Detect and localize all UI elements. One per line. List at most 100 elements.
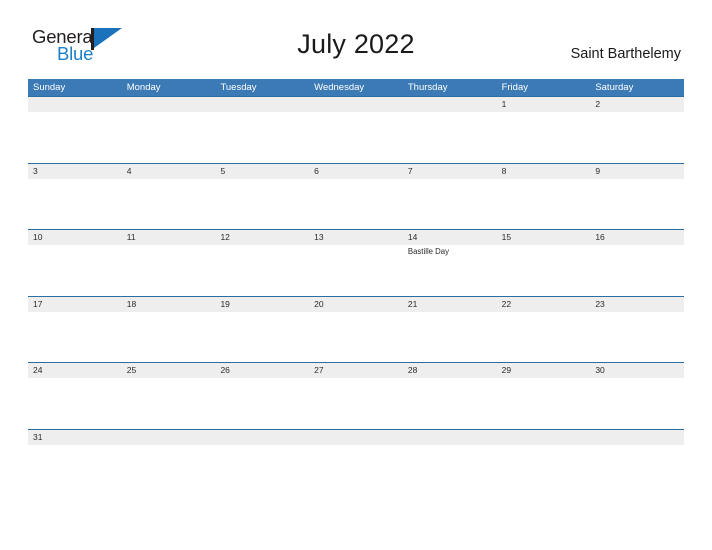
day-number[interactable]: 25 (122, 363, 216, 378)
calendar-page: General Blue July 2022 Saint Barthelemy … (0, 0, 712, 550)
day-cell[interactable] (403, 312, 497, 362)
day-cell[interactable] (215, 179, 309, 229)
day-number[interactable]: 11 (122, 230, 216, 245)
week-event-cells: Bastille Day (28, 245, 684, 295)
day-number[interactable]: 30 (590, 363, 684, 378)
day-number[interactable]: 22 (497, 297, 591, 312)
day-cell[interactable] (28, 245, 122, 295)
week-date-numbers: 31 (28, 429, 684, 445)
day-number[interactable] (122, 430, 216, 445)
day-number[interactable] (403, 430, 497, 445)
day-cell[interactable] (215, 312, 309, 362)
day-number[interactable]: 3 (28, 164, 122, 179)
day-number[interactable]: 27 (309, 363, 403, 378)
day-number[interactable]: 16 (590, 230, 684, 245)
day-cell[interactable] (122, 245, 216, 295)
page-header: General Blue July 2022 Saint Barthelemy (0, 0, 712, 64)
day-number[interactable]: 14 (403, 230, 497, 245)
weekday-header-sunday: Sunday (33, 82, 66, 93)
weekday-header-friday: Friday (501, 82, 528, 93)
week-date-numbers: 10 11 12 13 14 15 16 (28, 230, 684, 245)
weekday-header-monday: Monday (126, 82, 161, 93)
day-number[interactable]: 10 (28, 230, 122, 245)
day-cell[interactable] (403, 378, 497, 428)
day-number[interactable]: 18 (122, 297, 216, 312)
day-number[interactable] (215, 97, 309, 112)
day-cell[interactable] (590, 378, 684, 428)
day-number[interactable]: 21 (403, 297, 497, 312)
day-number[interactable] (497, 430, 591, 445)
weekday-header-wednesday: Wednesday (314, 82, 365, 93)
day-cell[interactable] (28, 312, 122, 362)
day-number[interactable]: 5 (215, 164, 309, 179)
day-cell[interactable] (497, 245, 591, 295)
day-number[interactable] (309, 430, 403, 445)
day-cell[interactable] (122, 112, 216, 162)
day-number[interactable]: 6 (309, 164, 403, 179)
region-label: Saint Barthelemy (570, 46, 681, 62)
day-cell[interactable] (215, 378, 309, 428)
day-cell[interactable] (403, 179, 497, 229)
day-cell[interactable] (122, 179, 216, 229)
day-number[interactable] (122, 97, 216, 112)
day-number[interactable] (590, 430, 684, 445)
day-number[interactable] (403, 97, 497, 112)
day-number[interactable]: 20 (309, 297, 403, 312)
week-row: 17 18 19 20 21 22 23 (28, 295, 684, 363)
day-cell[interactable] (309, 312, 403, 362)
week-row: 1 2 (28, 96, 684, 163)
week-date-numbers: 17 18 19 20 21 22 23 (28, 296, 684, 312)
week-event-cells (28, 311, 684, 362)
day-cell[interactable] (590, 245, 684, 295)
day-cell[interactable] (215, 112, 309, 162)
day-cell[interactable] (215, 245, 309, 295)
day-number[interactable]: 26 (215, 363, 309, 378)
day-cell[interactable] (497, 179, 591, 229)
day-cell[interactable] (309, 245, 403, 295)
week-date-numbers: 24 25 26 27 28 29 30 (28, 363, 684, 378)
day-number[interactable]: 7 (403, 164, 497, 179)
day-number[interactable]: 13 (309, 230, 403, 245)
week-event-cells (28, 112, 684, 162)
day-number[interactable]: 28 (403, 363, 497, 378)
day-cell[interactable] (497, 312, 591, 362)
day-number[interactable]: 15 (497, 230, 591, 245)
day-cell[interactable] (122, 378, 216, 428)
day-cell[interactable] (497, 112, 591, 162)
day-number[interactable] (215, 430, 309, 445)
weekday-header-saturday: Saturday (595, 82, 634, 93)
weekday-header-row: Sunday Monday Tuesday Wednesday Thursday… (28, 79, 684, 96)
day-cell[interactable] (309, 179, 403, 229)
day-cell[interactable] (309, 378, 403, 428)
day-cell[interactable] (403, 112, 497, 162)
day-cell[interactable] (590, 312, 684, 362)
day-number[interactable]: 8 (497, 164, 591, 179)
day-cell[interactable] (122, 312, 216, 362)
day-number[interactable]: 19 (215, 297, 309, 312)
day-number[interactable] (28, 97, 122, 112)
day-cell[interactable] (309, 112, 403, 162)
day-cell[interactable] (497, 378, 591, 428)
week-event-cells (28, 378, 684, 428)
day-number[interactable] (309, 97, 403, 112)
day-cell[interactable] (590, 112, 684, 162)
week-row: 10 11 12 13 14 15 16 Bastille Day (28, 229, 684, 296)
week-event-cells (28, 178, 684, 229)
day-number[interactable]: 9 (590, 164, 684, 179)
day-cell[interactable] (28, 179, 122, 229)
day-cell[interactable] (28, 378, 122, 428)
calendar-grid: Sunday Monday Tuesday Wednesday Thursday… (28, 79, 684, 451)
day-cell[interactable]: Bastille Day (403, 245, 497, 295)
day-cell[interactable] (28, 112, 122, 162)
day-number[interactable]: 4 (122, 164, 216, 179)
day-number[interactable]: 24 (28, 363, 122, 378)
day-number[interactable]: 1 (497, 97, 591, 112)
day-number[interactable]: 17 (28, 297, 122, 312)
day-number[interactable]: 12 (215, 230, 309, 245)
day-number[interactable]: 23 (590, 297, 684, 312)
day-cell[interactable] (590, 179, 684, 229)
day-number[interactable]: 31 (28, 430, 122, 445)
week-date-numbers: 1 2 (28, 97, 684, 112)
day-number[interactable]: 2 (590, 97, 684, 112)
day-number[interactable]: 29 (497, 363, 591, 378)
